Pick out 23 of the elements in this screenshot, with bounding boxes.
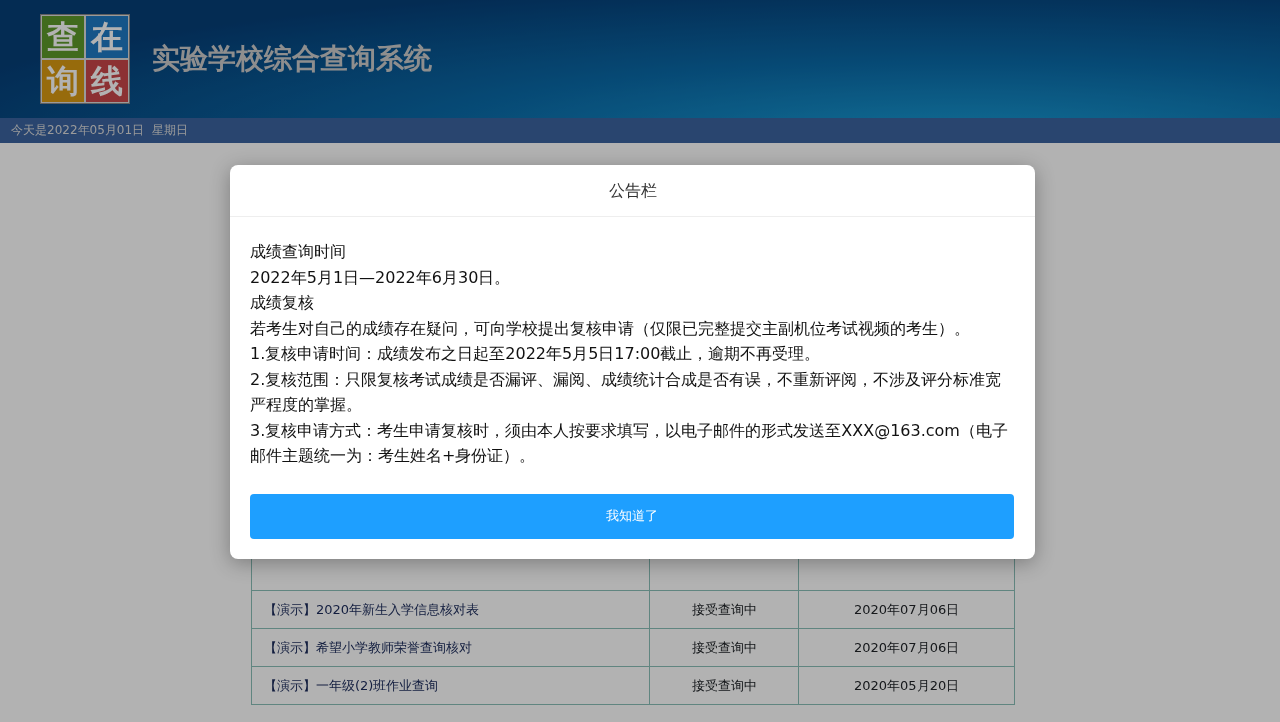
notice-text: 2022年5月1日—2022年6月30日。	[250, 266, 512, 289]
notice-text: 2.复核范围：只限复核考试成绩是否漏评、漏阅、成绩统计合成是否有误，不重新评阅，不涉及评分标准宽严程度的掌握。	[250, 368, 1003, 416]
notice-text: 若考生对自己的成绩存在疑问，可向学校提出复核申请（仅限已完整提交主副机位考试视频的考生）。	[250, 317, 971, 340]
notice-text: 成绩查询时间	[250, 241, 347, 263]
query-title-link[interactable]: 【演示】一年级(2)班作业查询	[251, 666, 650, 705]
date-cell: 2020年05月20日	[798, 666, 1015, 705]
status-cell: 接受查询中	[649, 590, 799, 629]
date-cell: 2020年07月06日	[798, 628, 1015, 667]
logo-character: 在	[86, 16, 128, 58]
dialog-title: 公告栏	[608, 179, 657, 202]
query-title-link[interactable]: 【演示】希望小学教师荣誉查询核对	[251, 628, 650, 667]
date-cell: 2020年07月06日	[798, 590, 1015, 629]
status-cell: 接受查询中	[649, 628, 799, 667]
status-cell: 接受查询中	[649, 666, 799, 705]
query-title-link[interactable]: 【演示】2020年新生入学信息核对表	[251, 590, 650, 629]
notice-text: 3.复核申请方式：考生申请复核时，须由本人按要求填写，以电子邮件的形式发送至XXX@163.com（电子邮件主题统一为：考生姓名+身份证）。	[250, 419, 1009, 467]
notice-text: 1.复核申请时间：成绩发布之日起至2022年5月5日17:00截止，逾期不再受理。	[250, 343, 822, 365]
notice-text: 成绩复核	[250, 292, 315, 314]
date-bar: 今天是2022年05月01日 星期日	[0, 118, 1280, 143]
logo-character: 询	[42, 60, 84, 102]
logo-character: 线	[86, 60, 128, 102]
logo-character: 查	[42, 16, 84, 58]
site-title: 实验学校综合查询系统	[152, 42, 432, 76]
